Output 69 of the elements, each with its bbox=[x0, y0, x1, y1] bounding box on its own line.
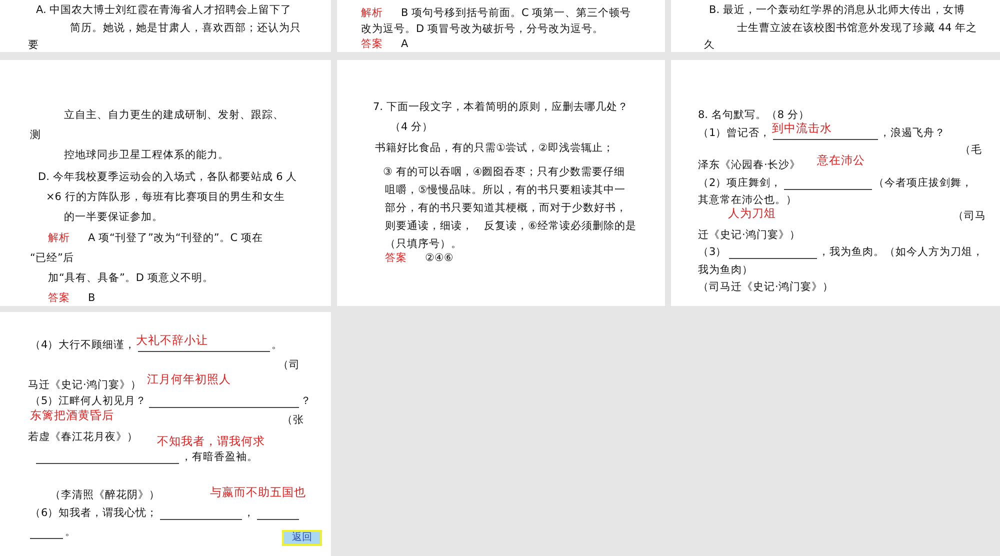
slide-text: ？ bbox=[300, 394, 312, 408]
slide-text: 泽东《沁园春·长沙》 bbox=[698, 158, 800, 172]
slide-text: （司 bbox=[278, 358, 300, 372]
answer-label: 答案 bbox=[385, 251, 407, 265]
slide-text: （李清照《醉花阴》） bbox=[50, 488, 160, 502]
slide-text: 部分，有的书只要知道其梗概，而对于少数好书， bbox=[385, 201, 627, 215]
slide-text: 。 bbox=[272, 338, 283, 352]
slide-text: D. 今年我校夏季运动会的入场式，各队都要站成 6 人 bbox=[38, 170, 298, 184]
answer-text: 大礼不辞小让 bbox=[136, 333, 208, 347]
slide-text: ， bbox=[244, 506, 255, 520]
answer-label: 解析 bbox=[361, 6, 383, 20]
slide-text: ，有暗香盈袖。 bbox=[181, 450, 258, 464]
slide-text: 马迁《史记·鸿门宴》） bbox=[28, 378, 142, 392]
slide-text: （4）大行不顾细谨， bbox=[30, 338, 136, 352]
slide-text: （4 分） bbox=[390, 120, 434, 134]
slide-text: （5）江畔何人初见月？ bbox=[30, 394, 147, 408]
slide-text: 控地球同步卫星工程体系的能力。 bbox=[64, 148, 229, 162]
slide-text: ，我为鱼肉。（如今人方为刀俎， bbox=[818, 245, 984, 259]
slide-text: A 项“刊登了”改为“刊登的”。C 项在 bbox=[88, 231, 263, 245]
slide-text: （6）知我者，谓我心忧； bbox=[30, 506, 158, 520]
slide-text: 咀嚼，⑤慢慢品味。所以，有的书只要粗读其中一 bbox=[385, 183, 626, 197]
slide-text: 要 bbox=[28, 38, 39, 52]
answer-text: 东篱把酒黄昏后 bbox=[30, 408, 114, 422]
slide-text: 7. 下面一段文字，本着简明的原则，应删去哪几处？ bbox=[373, 100, 628, 114]
slide-text: 其意常在沛公也。） bbox=[698, 193, 797, 207]
slide-text: （司马 bbox=[953, 209, 986, 223]
slide-text: 迁《史记·鸿门宴》） bbox=[698, 228, 800, 242]
slide-text: 立自主、自力更生的建成研制、发射、跟踪、 bbox=[64, 108, 284, 122]
slide-text: A. 中国农大博士刘红霞在青海省人才招聘会上留下了 bbox=[36, 3, 292, 17]
slide-text: （司马迁《史记·鸿门宴》） bbox=[698, 280, 834, 294]
slide-text: （今者项庄拔剑舞， bbox=[874, 176, 973, 190]
slide-text: 书籍好比食品，有的只需①尝试，②即浅尝辄止； bbox=[375, 141, 614, 155]
answer-label: 答案 bbox=[48, 291, 70, 305]
slide-text: ×6 行的方阵队形，每班有比赛项目的男生和女生 bbox=[46, 190, 285, 204]
slide-text: ，浪遏飞舟？ bbox=[880, 126, 946, 140]
answer-label: 解析 bbox=[48, 231, 70, 245]
slide-text: 我为鱼肉） bbox=[698, 263, 753, 277]
answer-text: 江月何年初照人 bbox=[147, 372, 231, 386]
slide-text: 的一半要保证参加。 bbox=[64, 210, 163, 224]
slide-text: B 项句号移到括号前面。C 项第一、第三个顿号 bbox=[401, 6, 632, 20]
slide-text: 加“具有、具备”。D 项意义不明。 bbox=[48, 271, 214, 285]
answer-text: 与嬴而不助五国也 bbox=[210, 485, 306, 499]
slide-text: 。 bbox=[65, 525, 76, 539]
answer-text: 人为刀俎 bbox=[728, 206, 776, 220]
slide-text: 改为逗号。D 项冒号改为破折号，分号改为逗号。 bbox=[361, 22, 604, 36]
slide-text: （张 bbox=[282, 413, 304, 427]
slide-text: （1）曾记否， bbox=[698, 126, 771, 140]
slide-text: 久 bbox=[704, 38, 715, 52]
slide-text: 简历。她说，她是甘肃人，喜欢西部；还认为只 bbox=[70, 21, 301, 35]
slide-text: 8. 名句默写。（8 分） bbox=[698, 108, 810, 122]
slide-text: B bbox=[88, 291, 96, 305]
slide-text: （2）项庄舞剑， bbox=[698, 176, 782, 190]
slide-text: B. 最近，一个轰动红学界的消息从北师大传出，女博 bbox=[709, 3, 965, 17]
answer-text: 不知我者，谓我何求 bbox=[157, 434, 265, 448]
slide-text: （毛 bbox=[960, 143, 982, 157]
slide-text: 则要通读，细读， 反复读，⑥经常读必须删除的是 bbox=[385, 219, 636, 233]
slide-text: ②④⑥ bbox=[425, 251, 454, 265]
slide-text: ③ 有的可以吞咽，④囫囵吞枣；只有少数需要仔细 bbox=[383, 165, 626, 179]
answer-text: 意在沛公 bbox=[817, 153, 865, 167]
slide-text: “已经”后 bbox=[30, 251, 74, 265]
slide-text: 若虚《春江花月夜》） bbox=[28, 430, 138, 444]
slide-text: A bbox=[401, 37, 408, 51]
slide-text: 士生曹立波在该校图书馆意外发现了珍藏 44 年之 bbox=[737, 21, 978, 35]
answer-label: 答案 bbox=[361, 37, 383, 51]
answer-text: 到中流击水 bbox=[772, 121, 832, 135]
slide-text: 测 bbox=[30, 128, 41, 142]
slide-text: （只填序号）。 bbox=[385, 237, 462, 251]
back-button[interactable]: 返回 bbox=[282, 530, 322, 546]
slide-text: （3） bbox=[698, 245, 727, 259]
